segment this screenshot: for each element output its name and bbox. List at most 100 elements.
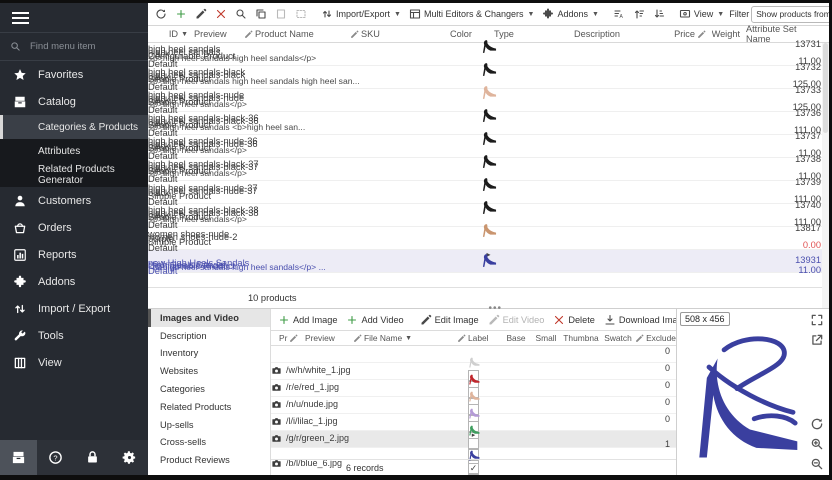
image-row[interactable]: 0/n/u/nude.jpg [271, 380, 676, 397]
sidebar-menu: FavoritesCatalog Categories & Products Att… [0, 61, 148, 440]
zoom-out-icon[interactable] [810, 457, 824, 471]
tab-categories[interactable]: Categories [148, 380, 270, 398]
image-preview-panel: 508 x 456 [676, 309, 829, 475]
tab-related-products[interactable]: Related Products [148, 398, 270, 416]
lock-button[interactable] [74, 440, 111, 475]
image-row[interactable]: 0/r/e/red_1.jpg [271, 363, 676, 380]
sidebar-item-tools[interactable]: Tools [0, 322, 148, 349]
archive-button[interactable] [0, 440, 37, 475]
filter-caret-icon[interactable]: ▼ [405, 335, 412, 342]
product-row[interactable]: 13817women shoes-nudewomen shoes-nude-2p… [148, 227, 829, 250]
cell-position: 0 [271, 363, 676, 373]
sidebar-item-label: Addons [38, 276, 75, 288]
tab-product-reviews[interactable]: Product Reviews [148, 451, 270, 469]
cell-position: 0 [271, 346, 676, 356]
tab-websites[interactable]: Websites [148, 362, 270, 380]
hamburger-menu-icon[interactable] [0, 3, 148, 33]
sidebar-item-orders[interactable]: Orders [0, 214, 148, 241]
sidebar-item-label: Reports [38, 249, 77, 261]
tab-label: Up-sells [160, 420, 194, 430]
basket-icon [12, 221, 28, 235]
sidebar-item-catalog[interactable]: Catalog [0, 88, 148, 115]
vertical-scrollbar[interactable] [822, 43, 829, 308]
add-video-button[interactable]: Add Video [343, 312, 406, 328]
search-button[interactable] [232, 6, 250, 22]
sidebar-item-label: Categories & Products [38, 122, 138, 133]
paste-button[interactable] [272, 6, 290, 22]
column-header[interactable]: Pr [279, 333, 287, 343]
sidebar-item-addons[interactable]: Addons [0, 268, 148, 295]
download-image-button[interactable]: Download Image [601, 312, 676, 328]
column-header[interactable]: Exclude [646, 333, 676, 343]
image-row[interactable]: 0/g/r/green_2.jpg [271, 414, 676, 431]
sidebar-item-attributes[interactable]: Attributes [0, 139, 148, 163]
sidebar-item-label: Attributes [38, 146, 80, 157]
column-header[interactable]: Thumbna [563, 333, 598, 343]
product-row[interactable]: ▸13931new High Heels SandalsHigh Geels S… [148, 250, 829, 273]
edit-product-button[interactable] [192, 6, 210, 22]
column-header-cell[interactable]: Swatch [601, 333, 635, 343]
column-header-cell[interactable]: Pr [279, 333, 305, 343]
sidebar-item-customers[interactable]: Customers [0, 187, 148, 214]
view-button[interactable]: View▼ [676, 6, 727, 22]
sidebar-item-import-export[interactable]: Import / Export [0, 295, 148, 322]
column-header-cell[interactable]: File Name▼ [353, 333, 457, 343]
add-product-button[interactable] [172, 6, 190, 22]
column-header-cell[interactable]: Small [531, 333, 561, 343]
fit-screen-icon[interactable] [810, 313, 824, 327]
text-filter-icon[interactable]: A [610, 6, 628, 22]
sidebar-bottom-bar: ? [0, 440, 148, 475]
column-header[interactable]: File Name [364, 333, 402, 343]
addons-button[interactable]: Addons▼ [539, 6, 601, 22]
tab-images-and-video[interactable]: Images and Video [148, 309, 270, 327]
sidebar: FavoritesCatalog Categories & Products Att… [0, 3, 148, 475]
import-export-button[interactable]: Import/Export▼ [318, 6, 404, 22]
delete-image-button[interactable]: Delete [550, 312, 598, 328]
column-header[interactable]: Base [506, 333, 525, 343]
detail-panel: ••• Images and VideoDescriptionInventory… [148, 308, 829, 475]
sidebar-splitter[interactable]: ⁞⁞⁞⁞ [148, 235, 153, 243]
sort-asc-icon[interactable] [630, 6, 648, 22]
column-header-cell[interactable]: Base [501, 333, 531, 343]
tab-cross-sells[interactable]: Cross-sells [148, 434, 270, 452]
tab-description[interactable]: Description [148, 327, 270, 345]
menu-search [0, 33, 148, 61]
sidebar-item-view[interactable]: View [0, 349, 148, 376]
column-header-cell[interactable]: Label [457, 333, 501, 343]
filter-select[interactable]: Show products from selected categories▼ [751, 6, 829, 23]
delete-product-button[interactable] [212, 6, 230, 22]
refresh-button[interactable] [152, 6, 170, 22]
images-panel: Add Image Add Video Edit Image Edit Vide… [271, 309, 676, 475]
zoom-in-icon[interactable] [810, 437, 824, 451]
image-row[interactable]: 0/w/h/white_1.jpg [271, 346, 676, 363]
copy-button[interactable] [252, 6, 270, 22]
menu-search-input[interactable] [28, 40, 128, 53]
columns-icon [12, 356, 28, 370]
tab-inventory[interactable]: Inventory [148, 345, 270, 363]
sidebar-item-favorites[interactable]: Favorites [0, 61, 148, 88]
sort-desc-icon[interactable] [650, 6, 668, 22]
sidebar-item-related-products-generator[interactable]: Related Products Generator [0, 163, 148, 187]
tab-up-sells[interactable]: Up-sells [148, 416, 270, 434]
image-row[interactable]: 0/l/i/lilac_1.jpg [271, 397, 676, 414]
column-header[interactable]: Swatch [604, 333, 631, 343]
add-image-button[interactable]: Add Image [275, 312, 340, 328]
sidebar-item-reports[interactable]: Reports [0, 241, 148, 268]
column-header-cell[interactable]: Preview [305, 333, 353, 343]
gear-button[interactable] [111, 440, 148, 475]
image-row[interactable]: ▸1/b/l/blue_6.jpg✓✓✓✓ [271, 431, 676, 448]
edit-image-button[interactable]: Edit Image [417, 312, 482, 328]
updown-icon [12, 302, 28, 316]
column-header-cell[interactable]: Thumbna [561, 333, 601, 343]
edit-video-button[interactable]: Edit Video [485, 312, 548, 328]
open-external-icon[interactable] [810, 333, 824, 347]
select-button[interactable] [292, 6, 310, 22]
column-header[interactable]: Preview [305, 333, 335, 343]
rotate-icon[interactable] [810, 417, 824, 431]
column-header[interactable]: Label [468, 333, 489, 343]
column-header-cell[interactable]: Exclude [635, 333, 676, 343]
sidebar-item-categories-products[interactable]: Categories & Products [0, 115, 148, 139]
help-button[interactable]: ? [37, 440, 74, 475]
column-header[interactable]: Small [536, 333, 557, 343]
multi-editors-button[interactable]: Multi Editors & Changers▼ [406, 6, 537, 22]
